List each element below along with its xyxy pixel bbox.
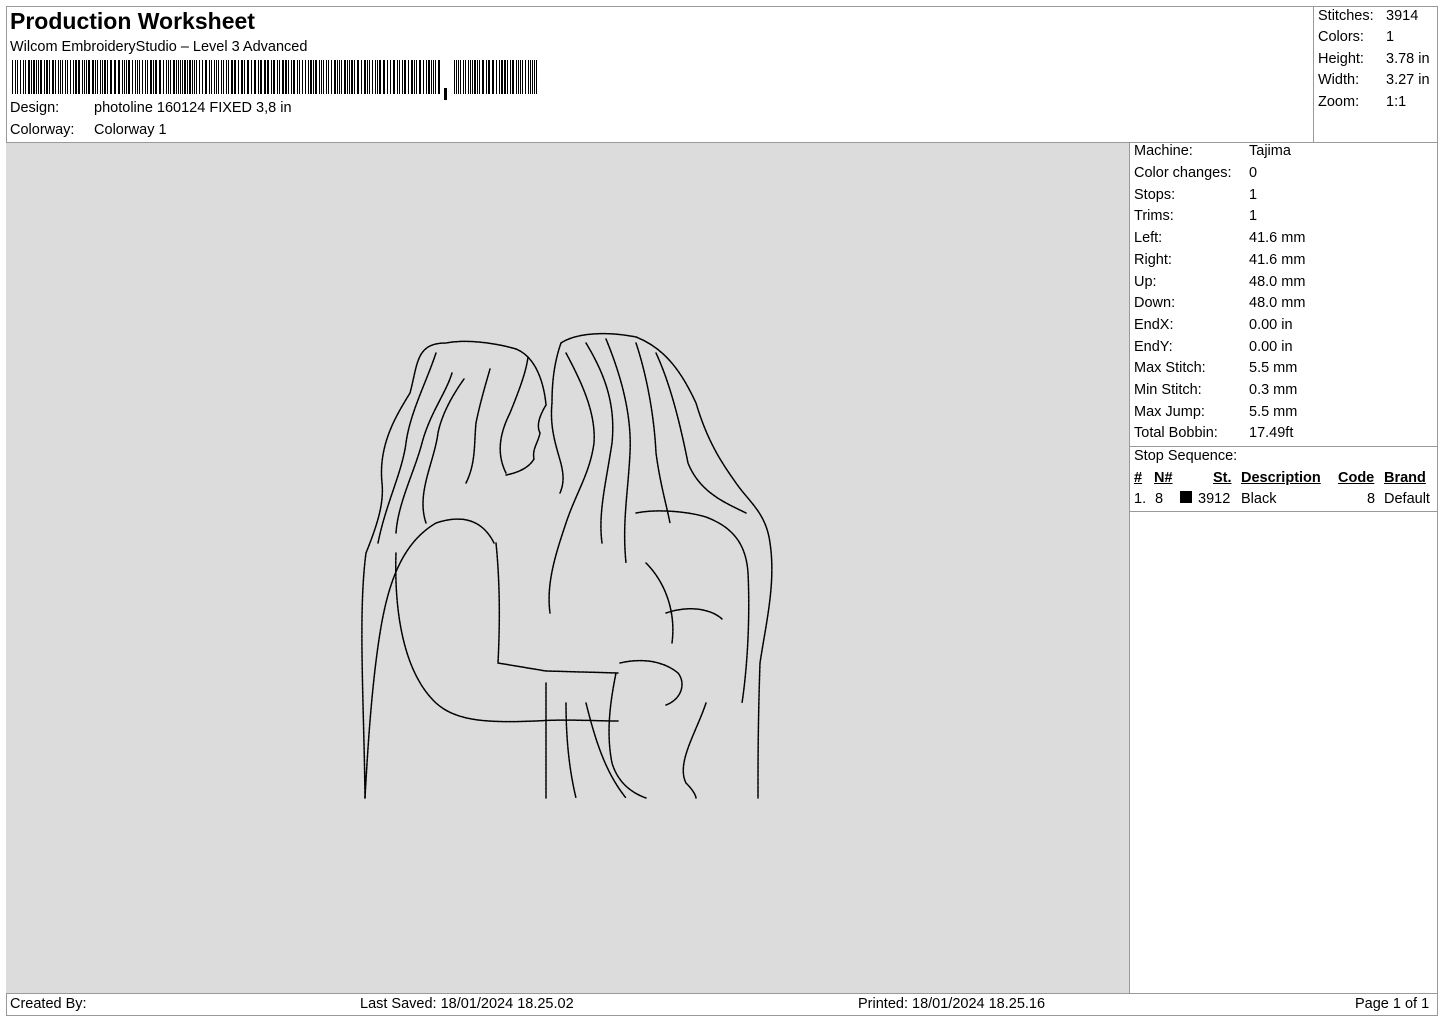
worksheet-footer: Created By: Last Saved: 18/01/2024 18.25…	[6, 993, 1438, 1017]
info-row: Left: 41.6 mm	[1134, 230, 1305, 246]
info-label: Total Bobbin:	[1134, 425, 1218, 441]
summary-value: 1:1	[1386, 94, 1407, 110]
info-row: Color changes: 0	[1134, 165, 1257, 181]
info-value: 41.6 mm	[1249, 252, 1306, 268]
info-label: Left:	[1134, 230, 1163, 246]
info-label: Max Jump:	[1134, 404, 1205, 420]
thread-color-swatch	[1180, 491, 1192, 503]
stop-brand: Default	[1384, 491, 1430, 507]
divider	[1130, 511, 1438, 512]
info-label: Machine:	[1134, 143, 1193, 159]
info-row: Right: 41.6 mm	[1134, 252, 1305, 268]
info-value: 0.00 in	[1249, 339, 1293, 355]
stop-needle: 8	[1155, 491, 1164, 507]
info-row: Machine: Tajima	[1134, 143, 1291, 159]
info-value: 48.0 mm	[1249, 295, 1306, 311]
info-label: Max Stitch:	[1134, 360, 1206, 376]
info-value: 5.5 mm	[1249, 360, 1298, 376]
stop-sequence-title: Stop Sequence:	[1134, 448, 1238, 464]
info-value: 17.49ft	[1249, 425, 1294, 441]
info-label: Right:	[1134, 252, 1172, 268]
info-row: Stops: 1	[1134, 187, 1257, 203]
summary-label: Height:	[1318, 51, 1364, 67]
page-title: Production Worksheet	[10, 8, 255, 34]
info-value: 1	[1249, 208, 1258, 224]
embroidery-line-art	[361, 332, 773, 799]
column-header-stitches: St.	[1213, 470, 1232, 486]
info-label: Down:	[1134, 295, 1176, 311]
column-header-code: Code	[1338, 470, 1375, 486]
info-label: Up:	[1134, 274, 1157, 290]
info-label: Color changes:	[1134, 165, 1232, 181]
summary-label: Colors:	[1318, 29, 1364, 45]
column-header-brand: Brand	[1384, 470, 1426, 486]
info-row: EndX: 0.00 in	[1134, 317, 1293, 333]
info-value: 5.5 mm	[1249, 404, 1298, 420]
info-label: Trims:	[1134, 208, 1174, 224]
info-value: Tajima	[1249, 143, 1291, 159]
software-name: Wilcom EmbroideryStudio – Level 3 Advanc…	[10, 39, 308, 55]
colorway-label: Colorway:	[10, 122, 75, 138]
stop-stitches: 3912	[1198, 491, 1231, 507]
design-summary: Stitches: 3914 Colors: 1 Height: 3.78 in Wi…	[1314, 6, 1438, 143]
stop-index: 1.	[1134, 491, 1147, 507]
summary-row: Height: 3.78 in	[1318, 51, 1430, 67]
page-number: Page 1 of 1	[1355, 996, 1430, 1012]
info-value: 0.00 in	[1249, 317, 1293, 333]
summary-row: Stitches: 3914	[1318, 8, 1418, 24]
info-row: Trims: 1	[1134, 208, 1257, 224]
info-row: Down: 48.0 mm	[1134, 295, 1305, 311]
design-value: photoline 160124 FIXED 3,8 in	[94, 100, 292, 116]
info-row: Max Jump: 5.5 mm	[1134, 404, 1297, 420]
info-row: EndY: 0.00 in	[1134, 339, 1293, 355]
created-by: Created By:	[10, 996, 87, 1012]
info-value: 0	[1249, 165, 1258, 181]
design-label: Design:	[10, 100, 60, 116]
printed-date: Printed: 18/01/2024 18.25.16	[858, 996, 1046, 1012]
summary-row: Colors: 1	[1318, 29, 1394, 45]
colorway-row: Colorway: Colorway 1	[10, 122, 167, 138]
info-row: Min Stitch: 0.3 mm	[1134, 382, 1297, 398]
machine-info-panel: Machine: Tajima Color changes: 0 Stops: 1 T…	[1130, 143, 1438, 993]
stop-description: Black	[1241, 491, 1277, 507]
info-label: Stops:	[1134, 187, 1176, 203]
worksheet-header: Production Worksheet Wilcom EmbroiderySt…	[6, 6, 1314, 143]
info-row: Total Bobbin: 17.49ft	[1134, 425, 1293, 441]
info-value: 41.6 mm	[1249, 230, 1306, 246]
summary-value: 3.78 in	[1386, 51, 1430, 67]
column-header-index: #	[1134, 470, 1143, 486]
divider	[1130, 446, 1438, 447]
info-label: EndY:	[1134, 339, 1173, 355]
design-barcode	[12, 60, 537, 100]
column-header-needle: N#	[1154, 470, 1173, 486]
stop-code: 8	[1367, 491, 1376, 507]
info-row: Max Stitch: 5.5 mm	[1134, 360, 1297, 376]
column-header-description: Description	[1241, 470, 1321, 486]
summary-label: Stitches:	[1318, 8, 1374, 24]
summary-row: Width: 3.27 in	[1318, 72, 1430, 88]
summary-row: Zoom: 1:1	[1318, 94, 1406, 110]
info-row: Up: 48.0 mm	[1134, 274, 1305, 290]
design-row: Design: photoline 160124 FIXED 3,8 in	[10, 100, 292, 116]
last-saved: Last Saved: 18/01/2024 18.25.02	[360, 996, 574, 1012]
summary-label: Zoom:	[1318, 94, 1360, 110]
summary-value: 1	[1386, 29, 1395, 45]
design-preview	[6, 143, 1130, 993]
summary-value: 3.27 in	[1386, 72, 1430, 88]
colorway-value: Colorway 1	[94, 122, 167, 138]
info-value: 0.3 mm	[1249, 382, 1298, 398]
info-value: 48.0 mm	[1249, 274, 1306, 290]
info-value: 1	[1249, 187, 1258, 203]
summary-label: Width:	[1318, 72, 1360, 88]
summary-value: 3914	[1386, 8, 1419, 24]
info-label: EndX:	[1134, 317, 1174, 333]
info-label: Min Stitch:	[1134, 382, 1202, 398]
